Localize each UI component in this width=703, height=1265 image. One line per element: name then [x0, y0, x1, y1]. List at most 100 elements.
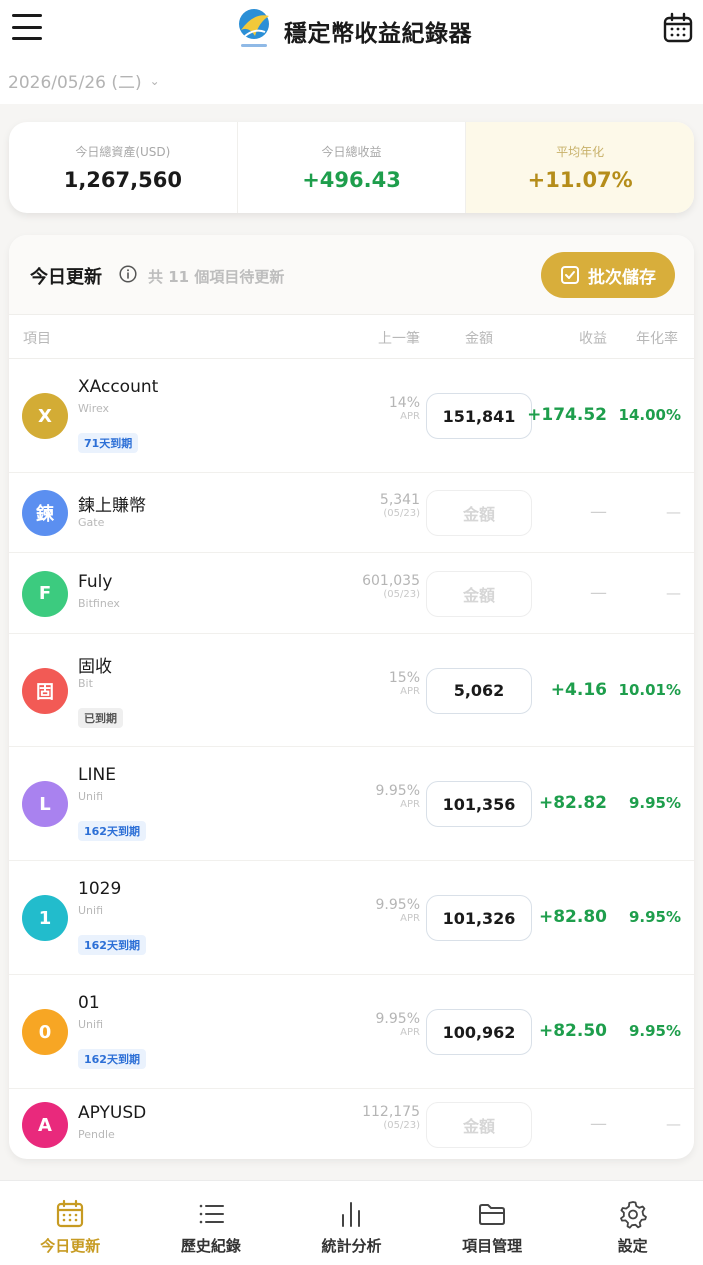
total-gain-stat: 今日總收益 +496.43	[238, 122, 467, 213]
batch-save-label: 批次儲存	[588, 267, 656, 287]
item-platform: Unifi	[78, 1018, 104, 1031]
gear-icon	[619, 1201, 647, 1229]
col-prev: 上一筆	[378, 331, 420, 347]
date-selector[interactable]: 2026/05/26 (二) ⌄	[8, 68, 160, 93]
avg-apr-stat: 平均年化 +11.07%	[466, 122, 694, 213]
gain-empty: —	[590, 1114, 607, 1134]
amount-input[interactable]: 金額	[426, 1102, 532, 1148]
gain-empty: —	[590, 502, 607, 522]
apr-empty: —	[666, 503, 681, 521]
total-gain-label: 今日總收益	[321, 145, 382, 159]
gain-value: +4.16	[550, 679, 607, 700]
prev-value: 9.95%	[375, 897, 420, 913]
prev-sub: APR	[400, 411, 420, 422]
total-assets-stat: 今日總資產(USD) 1,267,560	[9, 122, 238, 213]
col-apr: 年化率	[636, 331, 678, 347]
list-item: 固固收 Bit 已到期 15% APR 5,062 +4.16 10.01%	[9, 634, 694, 747]
item-avatar: 1	[22, 895, 68, 941]
item-name: Fuly	[78, 571, 113, 592]
folder-icon	[479, 1204, 506, 1225]
prev-value: 601,035	[362, 572, 420, 589]
item-avatar: X	[22, 393, 68, 439]
item-name: XAccount	[78, 377, 159, 397]
card-header: 今日更新 共 11 個項目待更新 批次儲存	[9, 235, 694, 315]
list-item: X XAccount Wirex 71天到期 14% APR 151,841 +174.…	[9, 359, 694, 473]
tab-label: 統計分析	[321, 1237, 382, 1255]
app-logo	[239, 9, 269, 47]
gain-value: +174.52	[527, 405, 607, 425]
item-name: 鍊上賺幣	[78, 496, 146, 516]
tab-label: 項目管理	[462, 1237, 523, 1255]
prev-sub: APR	[400, 799, 420, 810]
tab-today-update[interactable]: 今日更新	[0, 1181, 141, 1265]
avg-apr-value: +11.07%	[527, 168, 633, 192]
total-assets-label: 今日總資產(USD)	[75, 145, 171, 159]
app-header: 穩定幣收益紀錄器 2026/05/26 (二) ⌄	[0, 0, 703, 104]
avg-apr-label: 平均年化	[556, 145, 605, 159]
item-platform: Unifi	[78, 904, 104, 917]
list-item: 1 1029 Unifi 162天到期 9.95% APR 101,326 +82.80…	[9, 861, 694, 975]
total-assets-value: 1,267,560	[63, 168, 182, 192]
item-name: 1029	[78, 879, 122, 899]
amount-input[interactable]: 金額	[426, 490, 532, 536]
today-updates-card: 今日更新 共 11 個項目待更新 批次儲存 項目 上一筆 金額 收益 年化率 X…	[9, 235, 694, 1159]
prev-record: 9.95% APR	[376, 783, 420, 810]
prev-record: 112,175 (05/23)	[362, 1104, 420, 1131]
prev-record: 14% APR	[389, 395, 420, 422]
item-avatar: 固	[22, 667, 68, 714]
amount-input[interactable]: 101,326	[426, 895, 532, 941]
amount-input[interactable]: 金額	[426, 570, 532, 617]
calendar-icon[interactable]	[662, 12, 694, 44]
bottom-nav: 今日更新 歷史紀錄 統計分析 項目管理 設定	[0, 1180, 703, 1265]
item-platform: Pendle	[78, 1128, 115, 1141]
menu-icon[interactable]	[12, 12, 42, 42]
batch-save-button[interactable]: 批次儲存	[541, 252, 675, 298]
total-gain-value: +496.43	[302, 168, 401, 192]
tab-statistics[interactable]: 統計分析	[281, 1181, 422, 1265]
item-avatar: F	[22, 570, 68, 617]
info-icon[interactable]	[119, 265, 137, 283]
item-platform: Bit	[78, 677, 93, 690]
prev-sub: APR	[400, 685, 420, 697]
col-gain: 收益	[579, 331, 607, 347]
maturity-badge: 162天到期	[78, 935, 146, 955]
apr-value: 9.95%	[628, 1022, 681, 1040]
item-name: LINE	[78, 765, 116, 785]
maturity-badge: 已到期	[78, 708, 123, 728]
prev-record: 9.95% APR	[376, 1011, 420, 1038]
amount-input[interactable]: 5,062	[426, 667, 532, 714]
item-platform: Wirex	[78, 402, 110, 415]
prev-record: 9.95% APR	[376, 897, 420, 924]
list-item: A APYUSD Pendle 112,175 (05/23) 金額 — —	[9, 1089, 694, 1159]
apr-empty: —	[666, 583, 681, 602]
prev-value: 5,341	[379, 492, 420, 508]
prev-record: 601,035 (05/23)	[362, 573, 420, 600]
prev-sub: (05/23)	[383, 508, 420, 519]
amount-input[interactable]: 151,841	[426, 393, 532, 439]
tab-label: 設定	[617, 1237, 648, 1255]
apr-value: 9.95%	[628, 908, 681, 926]
tab-item-management[interactable]: 項目管理	[422, 1181, 563, 1265]
apr-value: 9.95%	[628, 794, 681, 812]
list-item: F Fuly Bitfinex 601,035 (05/23) 金額 — —	[9, 553, 694, 634]
tab-settings[interactable]: 設定	[562, 1181, 703, 1265]
gain-value: +82.50	[538, 1021, 607, 1041]
apr-value: 14.00%	[618, 406, 681, 424]
prev-sub: (05/23)	[383, 1120, 420, 1131]
list-item: L LINE Unifi 162天到期 9.95% APR 101,356 +82.82…	[9, 747, 694, 861]
item-avatar: A	[22, 1102, 68, 1148]
gain-value: +82.82	[538, 793, 607, 813]
prev-value: 15%	[388, 669, 420, 686]
amount-input[interactable]: 101,356	[426, 781, 532, 827]
prev-sub: APR	[400, 1027, 420, 1038]
amount-input[interactable]: 100,962	[426, 1009, 532, 1055]
card-title: 今日更新	[30, 267, 102, 288]
prev-value: 9.95%	[375, 783, 420, 799]
item-platform: Unifi	[78, 790, 104, 803]
tab-label: 歷史紀錄	[180, 1237, 241, 1255]
list-icon	[199, 1204, 224, 1224]
prev-record: 5,341 (05/23)	[380, 492, 420, 519]
tab-history[interactable]: 歷史紀錄	[141, 1181, 282, 1265]
maturity-badge: 71天到期	[78, 433, 139, 453]
gain-value: +82.80	[538, 907, 607, 927]
